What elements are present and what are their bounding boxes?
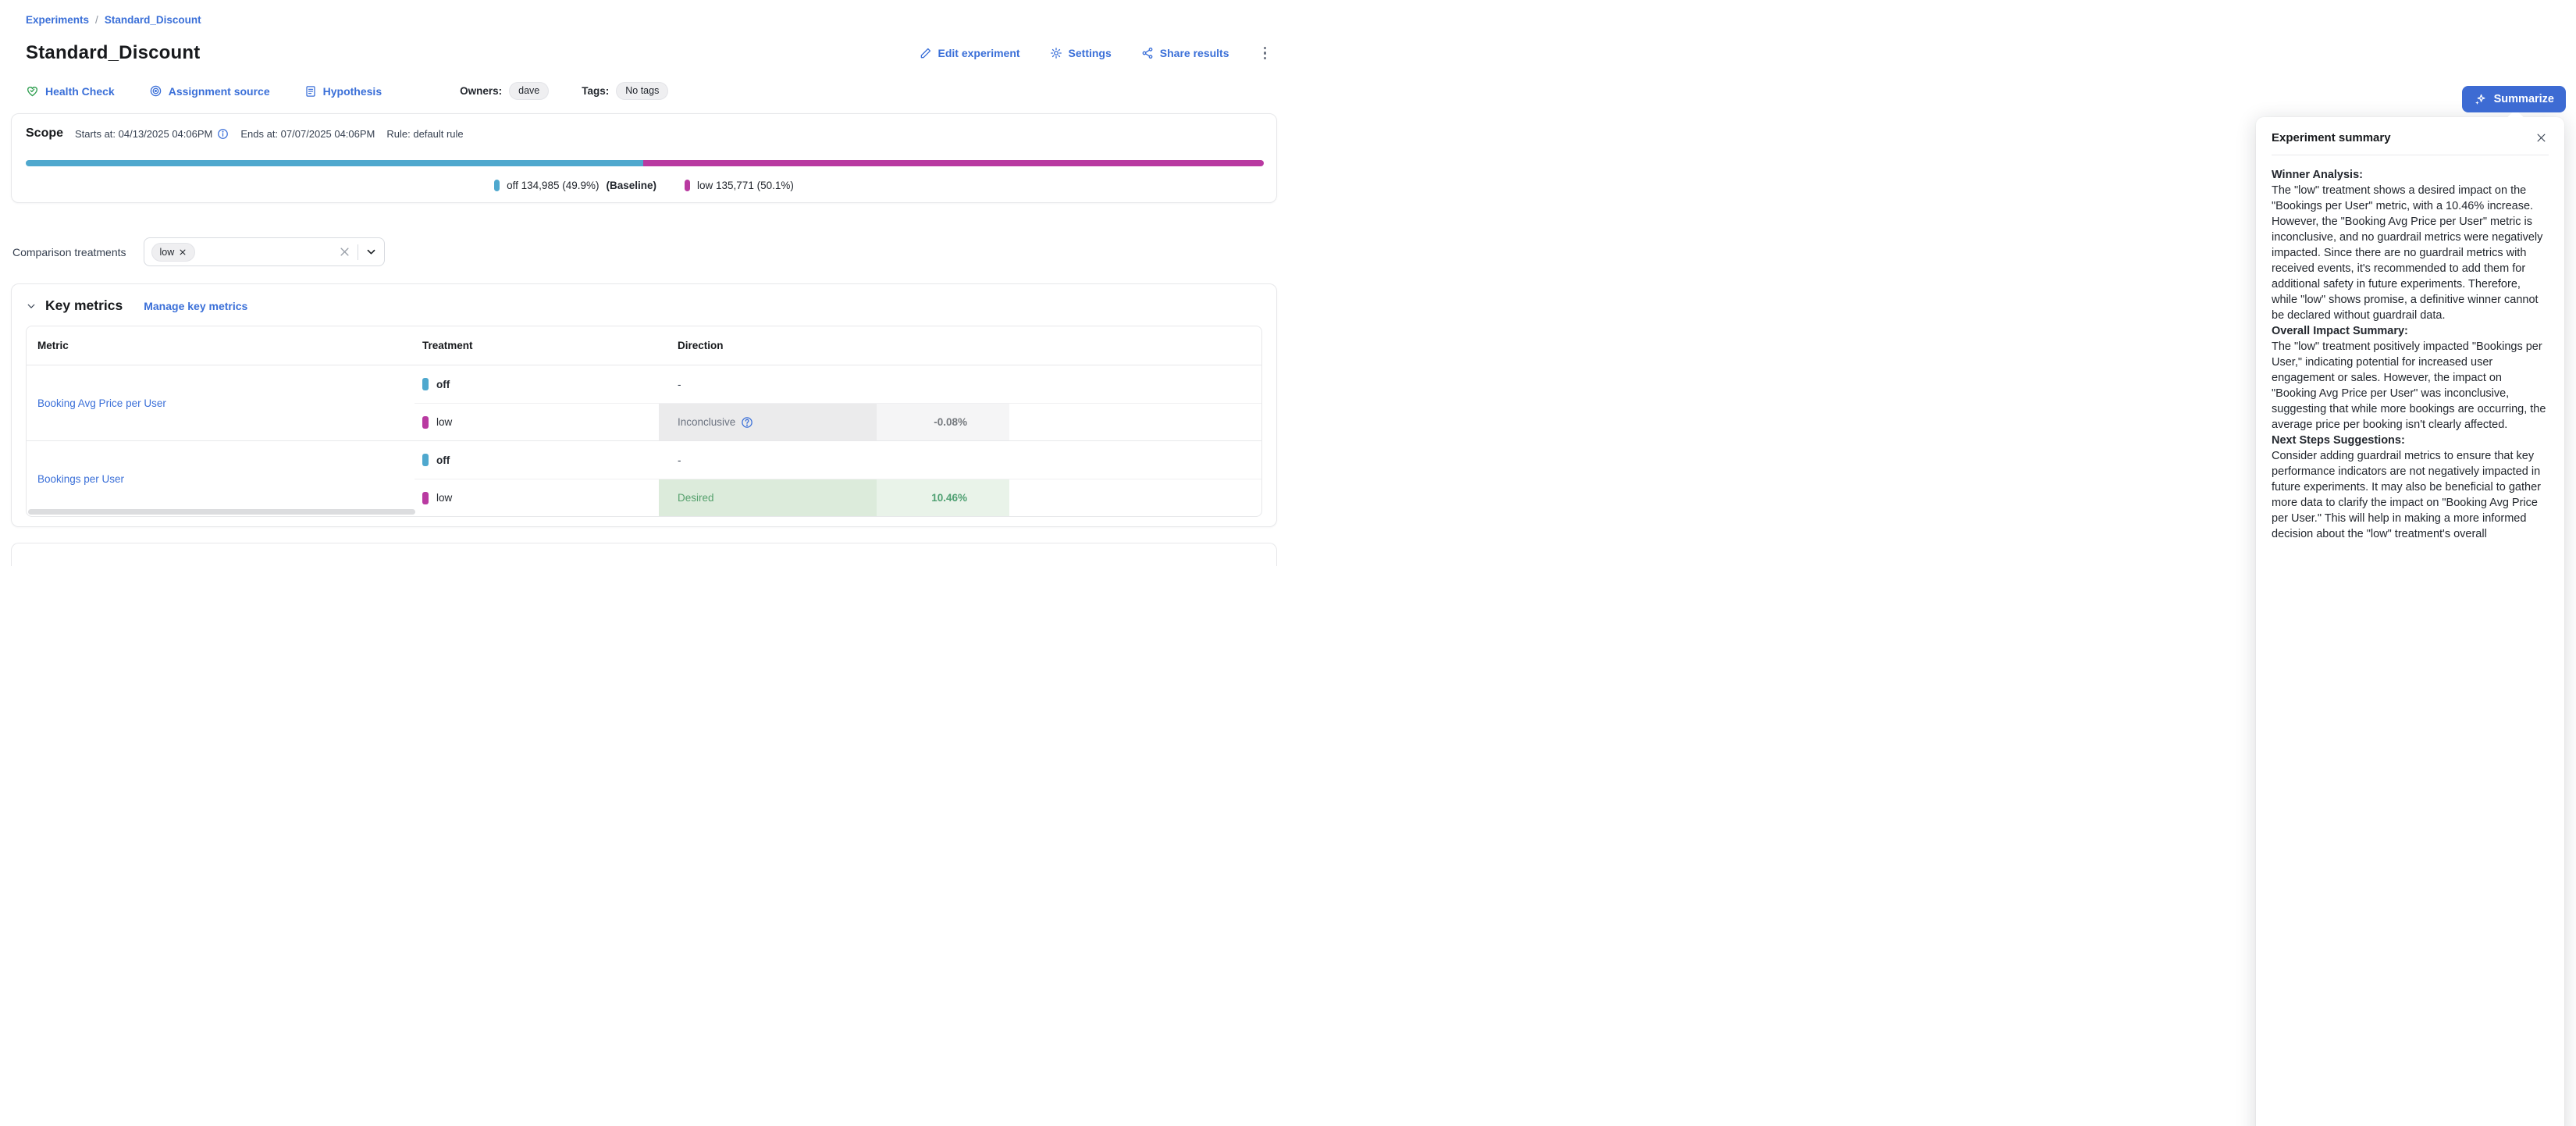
pencil-icon (920, 47, 932, 59)
breadcrumb-separator: / (95, 14, 98, 26)
table-row: off - (415, 365, 1261, 403)
info-icon[interactable] (217, 128, 229, 140)
scope-card: Scope Starts at: 04/13/2025 04:06PM Ends… (11, 113, 1277, 203)
winner-analysis-body: The "low" treatment shows a desired impa… (2272, 183, 2549, 323)
summarize-button[interactable]: Summarize (2462, 86, 2566, 112)
low-swatch (422, 492, 429, 504)
clear-selection-icon[interactable] (337, 244, 352, 259)
collapse-chevron-icon[interactable] (26, 301, 37, 312)
more-options-kebab-icon[interactable] (1259, 44, 1272, 63)
page-title: Standard_Discount (26, 42, 200, 64)
chevron-down-icon[interactable] (365, 246, 377, 258)
off-swatch (422, 378, 429, 390)
allocation-segment-low (643, 160, 1264, 166)
allocation-legend: off 134,985 (49.9%) (Baseline) low 135,7… (26, 180, 1262, 191)
allocation-bar (26, 160, 1264, 166)
gear-icon (1050, 47, 1062, 59)
column-header-direction: Direction (659, 340, 877, 351)
direction-cell-inconclusive: Inconclusive (659, 404, 877, 440)
panel-title: Experiment summary (2272, 131, 2391, 144)
comparison-treatments-select[interactable]: low (144, 237, 385, 266)
key-metrics-table: Metric Treatment Direction Booking Avg P… (26, 326, 1262, 517)
overall-impact-heading: Overall Impact Summary: (2272, 323, 2549, 339)
scope-title: Scope (26, 126, 63, 141)
share-results-button[interactable]: Share results (1141, 47, 1229, 59)
edit-experiment-button[interactable]: Edit experiment (920, 47, 1020, 59)
settings-button[interactable]: Settings (1050, 47, 1112, 59)
panel-body: Winner Analysis: The "low" treatment sho… (2272, 167, 2549, 542)
tags-chip[interactable]: No tags (616, 82, 668, 100)
table-header-row: Metric Treatment Direction (27, 326, 1261, 365)
table-row: off - (415, 441, 1261, 479)
chip-remove-icon[interactable] (179, 248, 187, 256)
scope-ends-at: Ends at: 07/07/2025 04:06PM (240, 128, 375, 140)
hypothesis-link[interactable]: Hypothesis (304, 85, 382, 98)
manage-key-metrics-link[interactable]: Manage key metrics (144, 300, 247, 312)
change-cell (877, 365, 1009, 403)
breadcrumb-experiments[interactable]: Experiments (26, 14, 89, 26)
change-cell: 10.46% (877, 479, 1009, 516)
heart-check-icon (26, 84, 39, 98)
baseline-badge: (Baseline) (606, 180, 656, 191)
legend-item-low: low 135,771 (50.1%) (685, 180, 794, 191)
table-row: low Inconclusive -0.08% (415, 403, 1261, 440)
breadcrumb-current[interactable]: Standard_Discount (105, 14, 201, 26)
comparison-treatments-row: Comparison treatments low (0, 237, 1288, 266)
document-icon (304, 85, 317, 98)
comparison-treatments-label: Comparison treatments (12, 246, 126, 258)
change-cell: -0.08% (877, 404, 1009, 440)
key-metrics-title: Key metrics (45, 298, 123, 314)
metric-link-booking-avg-price[interactable]: Booking Avg Price per User (37, 397, 166, 409)
next-section-card (11, 543, 1277, 566)
direction-cell: - (659, 441, 877, 479)
meta-row: Health Check Assignment source Hypothesi… (0, 82, 1288, 100)
table-row: low Desired 10.46% (415, 479, 1261, 516)
off-swatch (422, 454, 429, 466)
low-swatch (422, 416, 429, 429)
owners-label: Owners: (460, 85, 502, 97)
direction-cell-desired: Desired (659, 479, 877, 516)
low-swatch (685, 180, 690, 191)
sparkles-icon (2474, 93, 2487, 106)
help-circle-icon[interactable] (741, 416, 753, 429)
close-icon[interactable] (2534, 130, 2549, 145)
direction-cell: - (659, 365, 877, 403)
tags-label: Tags: (582, 85, 609, 97)
horizontal-scrollbar[interactable] (28, 509, 415, 515)
table-row-group: Bookings per User off - low Desired 10.4… (27, 440, 1261, 516)
health-check-link[interactable]: Health Check (26, 84, 115, 98)
breadcrumb: Experiments / Standard_Discount (0, 0, 1288, 26)
table-row-group: Booking Avg Price per User off - low Inc… (27, 365, 1261, 440)
scope-rule: Rule: default rule (386, 128, 463, 140)
winner-analysis-heading: Winner Analysis: (2272, 167, 2549, 183)
legend-item-off: off 134,985 (49.9%) (Baseline) (494, 180, 656, 191)
column-header-metric: Metric (27, 340, 415, 351)
overall-impact-body: The "low" treatment positively impacted … (2272, 339, 2549, 433)
title-row: Standard_Discount Edit experiment Settin… (0, 42, 1288, 64)
experiment-summary-panel: Experiment summary Winner Analysis: The … (2256, 117, 2564, 1126)
column-header-treatment: Treatment (415, 340, 659, 351)
assignment-source-link[interactable]: Assignment source (149, 84, 270, 98)
metric-link-bookings-per-user[interactable]: Bookings per User (37, 473, 124, 485)
allocation-segment-off (26, 160, 643, 166)
owners-group: Owners: dave (460, 82, 549, 100)
change-cell (877, 441, 1009, 479)
treatment-chip-low[interactable]: low (151, 243, 196, 262)
next-steps-body: Consider adding guardrail metrics to ens… (2272, 448, 2549, 542)
key-metrics-card: Key metrics Manage key metrics Metric Tr… (11, 283, 1277, 527)
owner-chip[interactable]: dave (509, 82, 549, 100)
header-actions: Edit experiment Settings Share results (920, 44, 1271, 63)
tags-group: Tags: No tags (582, 82, 668, 100)
scope-starts-at: Starts at: 04/13/2025 04:06PM (75, 128, 229, 140)
off-swatch (494, 180, 500, 191)
target-icon (149, 84, 162, 98)
next-steps-heading: Next Steps Suggestions: (2272, 433, 2549, 448)
share-icon (1141, 47, 1154, 59)
